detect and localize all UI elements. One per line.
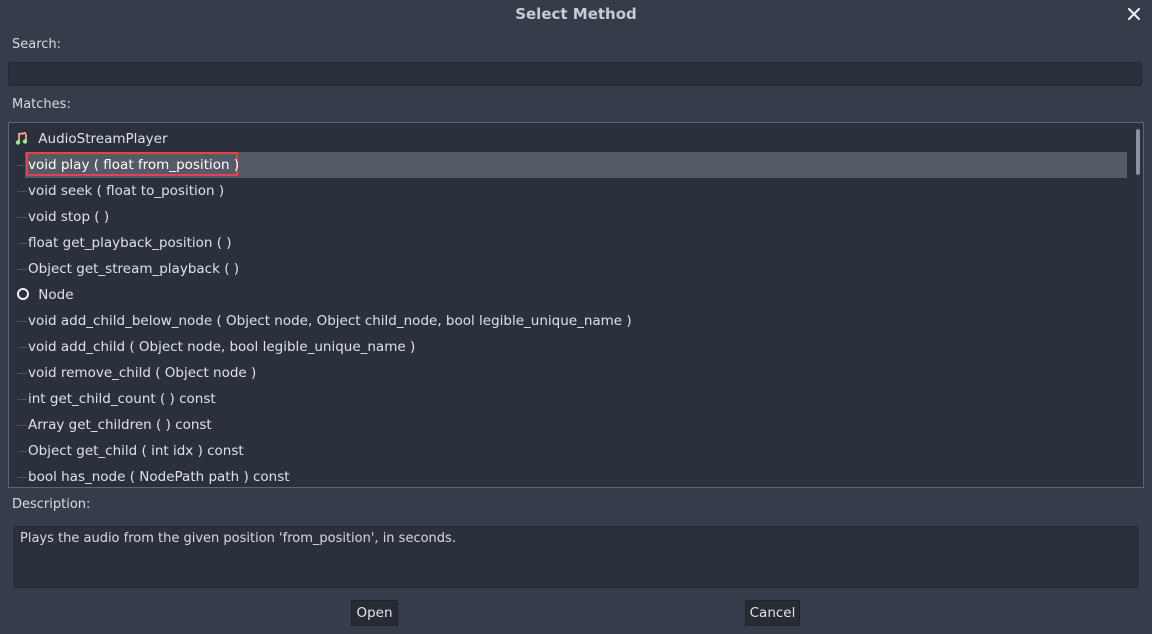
open-button[interactable]: Open <box>351 600 398 626</box>
dialog-title: Select Method <box>515 5 637 23</box>
description-label: Description: <box>12 497 91 512</box>
tree-item-label: bool has_node ( NodePath path ) const <box>28 469 290 485</box>
tree-item-label: void seek ( float to_position ) <box>28 183 225 199</box>
matches-label: Matches: <box>12 97 71 112</box>
node-circle-icon <box>17 288 29 300</box>
tree-item-label: void play ( float from_position ) <box>28 157 240 173</box>
tree-item-remove-child[interactable]: void remove_child ( Object node ) <box>9 360 1129 386</box>
tree-item-get-stream-playback[interactable]: Object get_stream_playback ( ) <box>9 256 1129 282</box>
tree-item-seek[interactable]: void seek ( float to_position ) <box>9 178 1129 204</box>
tree-item-label: void add_child ( Object node, bool legib… <box>28 339 416 355</box>
tree-item-get-children[interactable]: Array get_children ( ) const <box>9 412 1129 438</box>
tree-group-label: Node <box>38 287 74 303</box>
tree-item-add-child-below-node[interactable]: void add_child_below_node ( Object node,… <box>9 308 1129 334</box>
search-input[interactable] <box>8 62 1142 86</box>
tree-connector <box>17 373 27 374</box>
tree-connector <box>17 191 27 192</box>
tree-connector <box>17 269 27 270</box>
tree-item-has-node[interactable]: bool has_node ( NodePath path ) const <box>9 464 1129 487</box>
tree-connector <box>17 399 27 400</box>
tree-connector <box>17 477 27 478</box>
cancel-button[interactable]: Cancel <box>745 600 800 626</box>
tree-item-label: Object get_stream_playback ( ) <box>28 261 240 277</box>
tree-connector <box>17 321 27 322</box>
tree-item-label: Object get_child ( int idx ) const <box>28 443 244 459</box>
tree-item-label: void remove_child ( Object node ) <box>28 365 257 381</box>
close-icon <box>1128 8 1140 20</box>
tree-connector <box>17 347 27 348</box>
tree-item-add-child[interactable]: void add_child ( Object node, bool legib… <box>9 334 1129 360</box>
close-button[interactable] <box>1122 2 1146 26</box>
tree-group-node[interactable]: Node <box>15 282 74 308</box>
tree-group-label: AudioStreamPlayer <box>38 131 168 147</box>
tree-item-label: Array get_children ( ) const <box>28 417 212 433</box>
matches-tree[interactable]: AudioStreamPlayer void play ( float from… <box>8 122 1144 488</box>
tree-item-label: void stop ( ) <box>28 209 110 225</box>
tree-item-play[interactable]: void play ( float from_position ) <box>9 152 1129 178</box>
tree-connector <box>17 425 27 426</box>
tree-group-audiostreamplayer[interactable]: AudioStreamPlayer <box>15 126 168 152</box>
tree-item-get-child-count[interactable]: int get_child_count ( ) const <box>9 386 1129 412</box>
description-text: Plays the audio from the given position … <box>20 531 456 546</box>
audio-stream-player-icon <box>15 132 28 145</box>
description-panel: Plays the audio from the given position … <box>14 526 1138 588</box>
tree-item-get-child[interactable]: Object get_child ( int idx ) const <box>9 438 1129 464</box>
tree-item-stop[interactable]: void stop ( ) <box>9 204 1129 230</box>
tree-item-label: int get_child_count ( ) const <box>28 391 216 407</box>
tree-item-get-playback-position[interactable]: float get_playback_position ( ) <box>9 230 1129 256</box>
tree-connector <box>17 243 27 244</box>
search-label: Search: <box>12 37 62 52</box>
tree-scrollbar[interactable] <box>1136 129 1140 175</box>
tree-item-label: void add_child_below_node ( Object node,… <box>28 313 632 329</box>
tree-connector <box>17 217 27 218</box>
tree-connector <box>17 451 27 452</box>
tree-item-label: float get_playback_position ( ) <box>28 235 232 251</box>
